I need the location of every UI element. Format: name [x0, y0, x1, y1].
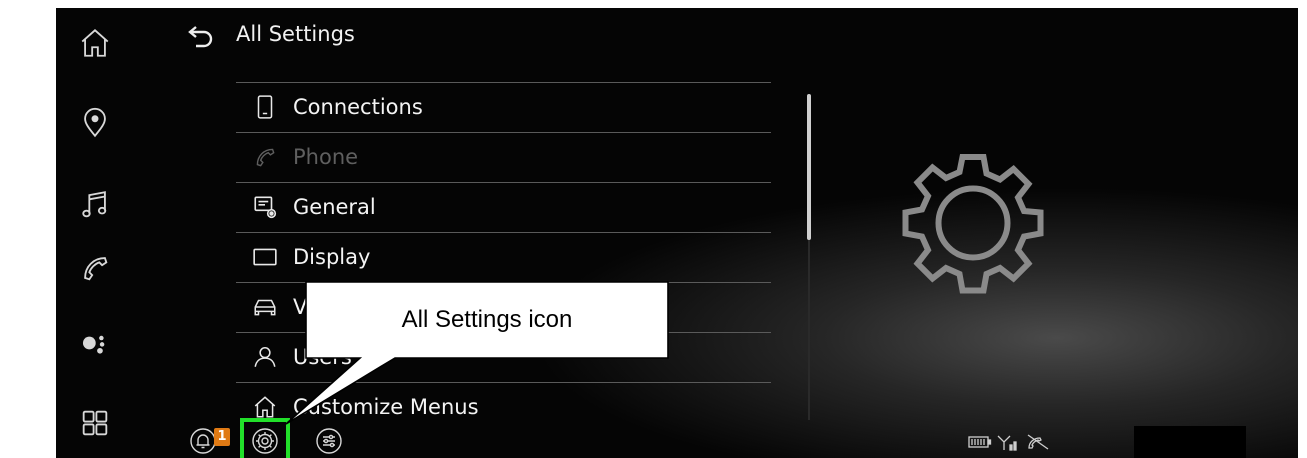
display-icon	[252, 244, 278, 270]
redacted-area	[1134, 426, 1246, 458]
phone-icon	[252, 144, 278, 170]
list-item-display[interactable]: Display	[236, 232, 771, 282]
smartphone-icon	[252, 94, 278, 120]
home-icon	[252, 394, 278, 420]
quick-controls-icon[interactable]	[314, 426, 344, 456]
infotainment-screen: All Settings Connections Phone General D…	[56, 8, 1298, 458]
list-item-label: General	[293, 195, 376, 219]
highlight-box	[240, 418, 290, 458]
signal-icon	[996, 433, 1020, 451]
notification-count-badge: 1	[214, 428, 230, 446]
scroll-track	[808, 240, 810, 420]
callout-text: All Settings icon	[401, 306, 573, 333]
list-item-general[interactable]: General	[236, 182, 771, 232]
back-arrow-icon[interactable]	[186, 24, 216, 50]
list-item-label: Connections	[293, 95, 423, 119]
list-item-label: Display	[293, 245, 371, 269]
user-icon	[252, 344, 278, 370]
list-item-label: Customize Menus	[293, 395, 479, 419]
phone-icon[interactable]	[78, 251, 112, 285]
general-settings-icon	[252, 194, 278, 220]
music-note-icon[interactable]	[78, 188, 112, 222]
scrollbar[interactable]	[807, 94, 811, 240]
page-title: All Settings	[236, 22, 355, 46]
settings-gear-icon	[898, 148, 1048, 298]
settings-list: Connections Phone General Display V User…	[236, 82, 771, 432]
list-item-connections[interactable]: Connections	[236, 82, 771, 132]
vehicle-icon	[252, 294, 278, 320]
assistant-icon[interactable]	[78, 326, 112, 360]
list-item-phone: Phone	[236, 132, 771, 182]
battery-icon	[968, 433, 992, 451]
list-item-label: Phone	[293, 145, 359, 169]
home-icon[interactable]	[78, 26, 112, 60]
location-pin-icon[interactable]	[78, 106, 112, 140]
callout-label: All Settings icon	[306, 282, 668, 358]
connection-off-icon	[1026, 433, 1050, 451]
